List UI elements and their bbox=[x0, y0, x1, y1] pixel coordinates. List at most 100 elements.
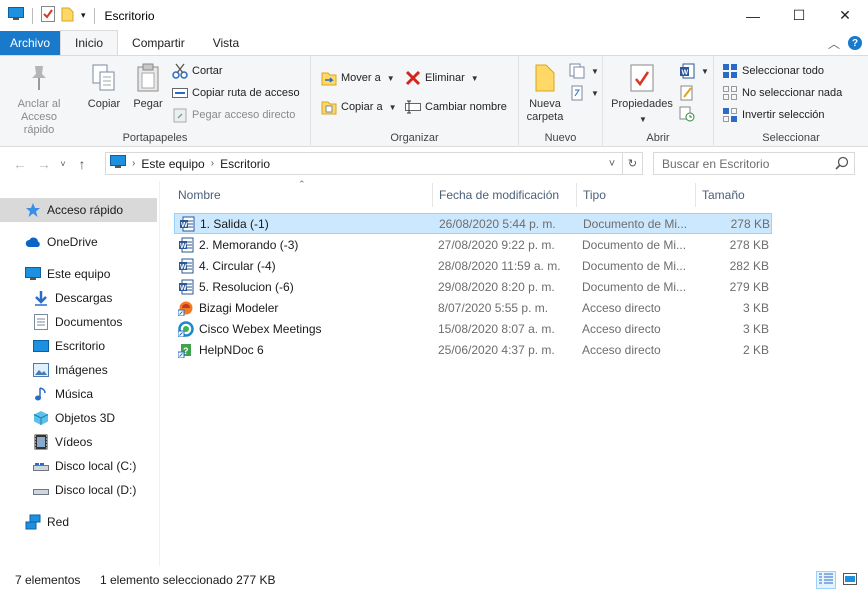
group-label-organizar: Organizar bbox=[390, 132, 439, 144]
webex-icon bbox=[178, 320, 194, 337]
easy-access-button[interactable]: ▼ bbox=[569, 83, 599, 103]
properties-button[interactable]: Propiedades ▼ bbox=[607, 62, 677, 126]
select-none-button[interactable]: No seleccionar nada bbox=[722, 83, 842, 103]
open-with-button[interactable]: W ▼ bbox=[679, 61, 709, 81]
breadcrumb-este-equipo[interactable]: Este equipo bbox=[141, 157, 204, 171]
word-icon: W bbox=[178, 258, 194, 274]
file-row[interactable]: W 2. Memorando (-3) 27/08/2020 9:22 p. m.… bbox=[174, 234, 772, 255]
qat-dropdown-icon[interactable]: ▾ bbox=[81, 10, 86, 21]
svg-text:W: W bbox=[180, 285, 187, 292]
paste-button[interactable]: Pegar bbox=[128, 62, 168, 111]
file-size: 278 KB bbox=[730, 216, 770, 231]
column-header-date[interactable]: Fecha de modificación bbox=[433, 183, 576, 207]
desktop-icon bbox=[33, 338, 49, 354]
sidebar-item-descargas[interactable]: Descargas bbox=[0, 286, 157, 310]
sidebar-item-label: OneDrive bbox=[47, 235, 98, 249]
edit-button[interactable] bbox=[679, 83, 695, 103]
star-icon bbox=[25, 202, 41, 218]
forward-button[interactable]: → bbox=[32, 152, 56, 176]
sidebar-item-musica[interactable]: Música bbox=[0, 382, 157, 406]
address-bar[interactable]: › Este equipo › Escritorio ˅ ↻ bbox=[105, 152, 643, 175]
sidebar-item-documentos[interactable]: Documentos bbox=[0, 310, 157, 334]
maximize-button[interactable]: ☐ bbox=[776, 0, 822, 31]
video-icon bbox=[33, 434, 49, 450]
sidebar-item-disco-c[interactable]: Disco local (C:) bbox=[0, 454, 157, 478]
pin-quick-access-button[interactable]: Anclar al Acceso rápido bbox=[6, 62, 72, 137]
sidebar-item-objetos-3d[interactable]: Objetos 3D bbox=[0, 406, 157, 430]
large-icons-view-icon bbox=[843, 572, 857, 588]
sidebar-item-disco-d[interactable]: Disco local (D:) bbox=[0, 478, 157, 502]
file-row[interactable]: W 1. Salida (-1) 26/08/2020 5:44 p. m. Do… bbox=[174, 213, 772, 234]
new-folder-qat-icon[interactable] bbox=[61, 6, 75, 25]
large-icons-view-button[interactable] bbox=[840, 571, 860, 589]
column-header-name[interactable]: Nombre bbox=[172, 183, 432, 207]
tab-file[interactable]: Archivo bbox=[0, 31, 61, 55]
file-name: Bizagi Modeler bbox=[199, 300, 279, 315]
collapse-ribbon-icon[interactable]: ︿ bbox=[828, 35, 840, 52]
new-folder-button[interactable]: Nueva carpeta bbox=[523, 62, 567, 124]
tab-home[interactable]: Inicio bbox=[60, 30, 119, 55]
search-input[interactable]: Buscar en Escritorio bbox=[653, 152, 855, 175]
new-item-button[interactable]: ▼ bbox=[569, 61, 599, 81]
move-to-button[interactable]: Mover a ▼ bbox=[321, 68, 395, 88]
details-view-button[interactable] bbox=[816, 571, 836, 589]
tab-share[interactable]: Compartir bbox=[118, 31, 199, 55]
file-type: Documento de Mi... bbox=[582, 279, 687, 294]
sidebar-item-red[interactable]: Red bbox=[0, 510, 157, 534]
clipboard-icon bbox=[132, 62, 164, 94]
back-arrow-icon: ← bbox=[13, 156, 27, 172]
rename-label: Cambiar nombre bbox=[425, 101, 507, 113]
column-header-size[interactable]: Tamaño bbox=[696, 183, 776, 207]
sidebar-item-este-equipo[interactable]: Este equipo bbox=[0, 262, 157, 286]
column-header-type[interactable]: Tipo bbox=[577, 183, 695, 207]
refresh-icon[interactable]: ↻ bbox=[622, 153, 642, 174]
copy-to-button[interactable]: Copiar a ▼ bbox=[321, 97, 397, 117]
delete-button[interactable]: Eliminar ▼ bbox=[405, 68, 479, 88]
cut-button[interactable]: Cortar bbox=[172, 61, 223, 81]
file-size: 2 KB bbox=[742, 342, 769, 357]
sidebar-item-videos[interactable]: Vídeos bbox=[0, 430, 157, 454]
computer-icon bbox=[110, 155, 126, 172]
delete-label: Eliminar bbox=[425, 72, 465, 84]
sidebar-item-label: Red bbox=[47, 515, 70, 529]
copy-path-button[interactable]: Copiar ruta de acceso bbox=[172, 83, 300, 103]
file-type: Acceso directo bbox=[582, 300, 661, 315]
breadcrumb-escritorio[interactable]: Escritorio bbox=[220, 157, 270, 171]
close-button[interactable]: ✕ bbox=[822, 0, 868, 31]
recent-locations-button[interactable]: ˅ bbox=[56, 152, 70, 176]
sidebar-item-label: Disco local (D:) bbox=[55, 483, 137, 497]
file-row[interactable]: Cisco Webex Meetings 15/08/2020 8:07 a. … bbox=[174, 318, 772, 339]
sidebar-item-imagenes[interactable]: Imágenes bbox=[0, 358, 157, 382]
help-icon[interactable]: ? bbox=[848, 36, 862, 50]
paste-label: Pegar bbox=[133, 98, 163, 110]
file-row[interactable]: W 4. Circular (-4) 28/08/2020 11:59 a. m.… bbox=[174, 255, 772, 276]
move-to-label: Mover a bbox=[341, 72, 381, 84]
sidebar-item-label: Escritorio bbox=[55, 339, 106, 353]
file-row[interactable]: W 5. Resolucion (-6) 29/08/2020 8:20 p. m… bbox=[174, 276, 772, 297]
back-button[interactable]: ← bbox=[8, 152, 32, 176]
rename-button[interactable]: Cambiar nombre bbox=[405, 97, 507, 117]
cloud-icon bbox=[25, 234, 41, 250]
select-all-button[interactable]: Seleccionar todo bbox=[722, 61, 824, 81]
minimize-button[interactable]: — bbox=[730, 0, 776, 31]
sidebar-item-acceso-rapido[interactable]: Acceso rápido bbox=[0, 198, 157, 222]
new-folder-label: Nueva carpeta bbox=[526, 98, 564, 123]
breadcrumb-separator-icon: › bbox=[132, 158, 136, 169]
file-row[interactable]: Bizagi Modeler 8/07/2020 5:55 p. m. Acce… bbox=[174, 297, 772, 318]
file-row[interactable]: ? HelpNDoc 6 25/06/2020 4:37 p. m. Acceso… bbox=[174, 339, 772, 360]
window-icon[interactable] bbox=[8, 7, 24, 24]
tab-view[interactable]: Vista bbox=[199, 31, 253, 55]
select-none-icon bbox=[722, 85, 738, 101]
invert-selection-button[interactable]: Invertir selección bbox=[722, 105, 825, 125]
address-dropdown-icon[interactable]: ˅ bbox=[602, 153, 622, 174]
copy-button[interactable]: Copiar bbox=[84, 62, 124, 111]
word-icon: W bbox=[178, 237, 194, 253]
properties-qat-icon[interactable] bbox=[41, 6, 55, 25]
svg-text:W: W bbox=[180, 243, 187, 250]
paste-shortcut-button[interactable]: Pegar acceso directo bbox=[172, 105, 295, 125]
history-button[interactable] bbox=[679, 104, 695, 124]
sidebar-item-onedrive[interactable]: OneDrive bbox=[0, 230, 157, 254]
up-button[interactable]: ↑ bbox=[70, 152, 94, 176]
sidebar-item-escritorio[interactable]: Escritorio bbox=[0, 334, 157, 358]
search-placeholder: Buscar en Escritorio bbox=[662, 156, 770, 171]
